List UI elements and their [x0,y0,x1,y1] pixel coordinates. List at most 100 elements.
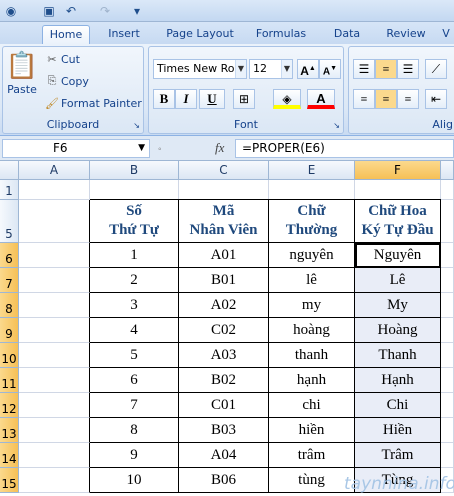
cell[interactable] [19,180,90,200]
paste-button[interactable]: 📋 Paste [5,51,39,111]
cell[interactable] [441,293,454,318]
align-bottom-button[interactable]: ☰ [397,59,419,79]
order-cell[interactable]: 9 [90,443,179,468]
row-header-14[interactable]: 14 [0,443,19,468]
undo-icon[interactable]: ↶ [62,2,80,20]
header-cell-proper-case[interactable]: Chữ Hoa Ký Tự Đầu [355,199,441,243]
tab-home[interactable]: Home [42,25,90,44]
italic-button[interactable]: I [175,89,197,109]
insert-function-icon[interactable]: fx [215,140,224,156]
order-cell[interactable]: 5 [90,343,179,368]
row-header-15[interactable]: 15 [0,468,19,493]
lowercase-name-cell[interactable]: chi [269,393,355,418]
dialog-launcher-icon[interactable]: ↘ [133,121,140,130]
proper-name-cell[interactable]: My [355,293,441,318]
employee-code-cell[interactable]: A03 [179,343,269,368]
proper-name-cell[interactable]: Trâm [355,443,441,468]
employee-code-cell[interactable]: C02 [179,318,269,343]
lowercase-name-cell[interactable]: lê [269,268,355,293]
cell[interactable] [441,243,454,268]
office-button-icon[interactable]: ◉ [2,2,20,20]
row-header-11[interactable]: 11 [0,368,19,393]
cell[interactable] [90,180,179,200]
fill-color-button[interactable]: ◈ [273,89,301,109]
decrease-indent-button[interactable]: ⇤ [425,89,447,109]
lowercase-name-cell[interactable]: my [269,293,355,318]
tab-page-layout[interactable]: Page Layout [160,25,240,44]
align-middle-button[interactable]: ≡ [375,59,397,79]
chevron-down-icon[interactable]: ▼ [281,60,292,78]
align-right-button[interactable]: ≡ [397,89,419,109]
column-header-c[interactable]: C [179,161,269,180]
proper-name-cell[interactable]: Hạnh [355,368,441,393]
cell[interactable] [19,443,90,468]
cell[interactable] [355,180,441,200]
formula-input[interactable]: =PROPER(E6) [235,139,454,158]
cell[interactable] [19,368,90,393]
cell[interactable] [441,393,454,418]
order-cell[interactable]: 3 [90,293,179,318]
format-painter-button[interactable]: 🖌 Format Painter [43,95,142,111]
row-header-5[interactable]: 5 [0,200,19,243]
employee-code-cell[interactable]: B01 [179,268,269,293]
chevron-down-icon[interactable]: ▼ [138,140,145,157]
font-color-button[interactable]: A [307,89,335,109]
tab-formulas[interactable]: Formulas [250,25,312,44]
cell[interactable] [441,200,454,243]
row-header-8[interactable]: 8 [0,293,19,318]
redo-icon[interactable]: ↷ [96,2,114,20]
tab-insert[interactable]: Insert [100,25,148,44]
order-cell[interactable]: 2 [90,268,179,293]
tab-review[interactable]: Review [380,25,432,44]
column-header-f[interactable]: F [355,161,441,180]
order-cell[interactable]: 4 [90,318,179,343]
row-header-9[interactable]: 9 [0,318,19,343]
cell[interactable] [269,180,355,200]
order-cell[interactable]: 1 [90,243,179,268]
cell[interactable] [19,293,90,318]
align-center-button[interactable]: ≡ [375,89,397,109]
proper-name-cell[interactable]: Hoàng [355,318,441,343]
align-top-button[interactable]: ☰ [353,59,375,79]
row-header-7[interactable]: 7 [0,268,19,293]
order-cell[interactable]: 7 [90,393,179,418]
customize-icon[interactable]: ▾ [128,2,146,20]
dialog-launcher-icon[interactable]: ↘ [333,121,340,130]
orientation-button[interactable]: ⟋ [425,59,447,79]
borders-button[interactable]: ⊞ [233,89,255,109]
align-left-button[interactable]: ≡ [353,89,375,109]
proper-name-cell[interactable]: Hiền [355,418,441,443]
row-header-1[interactable]: 1 [0,180,19,200]
bold-button[interactable]: B [153,89,175,109]
column-header-next[interactable] [441,161,454,180]
font-name-combo[interactable]: Times New Rom ▼ [153,59,247,79]
employee-code-cell[interactable]: A04 [179,443,269,468]
proper-name-cell[interactable]: Lê [355,268,441,293]
cell[interactable] [441,418,454,443]
tab-data[interactable]: Data [325,25,369,44]
select-all-corner[interactable] [0,161,19,180]
order-cell[interactable]: 10 [90,468,179,493]
cell[interactable] [441,368,454,393]
lowercase-name-cell[interactable]: tùng [269,468,355,493]
employee-code-cell[interactable]: A01 [179,243,269,268]
chevron-down-icon[interactable]: ▼ [235,60,246,78]
name-box[interactable]: F6 ▼ [2,139,150,158]
row-header-10[interactable]: 10 [0,343,19,368]
lowercase-name-cell[interactable]: nguyên [269,243,355,268]
lowercase-name-cell[interactable]: hạnh [269,368,355,393]
cell[interactable] [441,318,454,343]
header-cell-lowercase[interactable]: Chữ Thường [269,199,355,243]
lowercase-name-cell[interactable]: hoàng [269,318,355,343]
order-cell[interactable]: 8 [90,418,179,443]
cell[interactable] [19,268,90,293]
column-header-b[interactable]: B [90,161,179,180]
copy-button[interactable]: ⎘ Copy [43,73,89,89]
font-size-combo[interactable]: 12 ▼ [249,59,293,79]
cell[interactable] [179,180,269,200]
row-header-12[interactable]: 12 [0,393,19,418]
cell[interactable] [441,443,454,468]
row-header-13[interactable]: 13 [0,418,19,443]
cell[interactable] [441,180,454,200]
employee-code-cell[interactable]: C01 [179,393,269,418]
